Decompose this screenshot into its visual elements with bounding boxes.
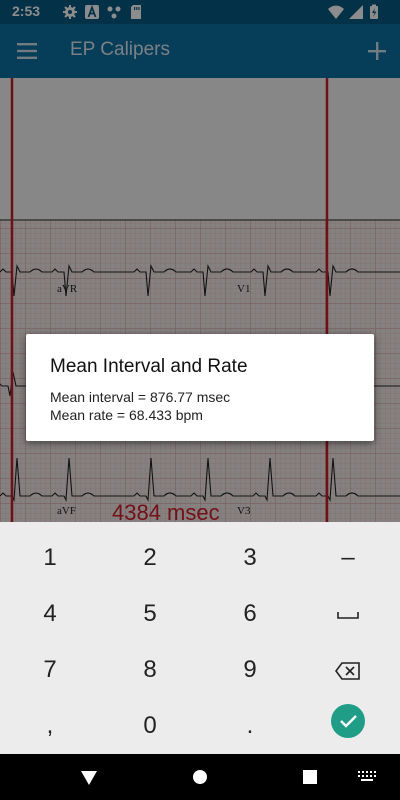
lead-label-v3: V3: [237, 505, 251, 517]
space-icon: [337, 611, 359, 619]
menu-icon[interactable]: [14, 38, 40, 64]
lead-label-avf: aVF: [57, 505, 76, 517]
system-nav-bar: [0, 754, 400, 800]
home-icon[interactable]: [189, 766, 211, 788]
wifi-icon: [328, 5, 344, 19]
key-3[interactable]: 3: [200, 530, 300, 586]
back-icon[interactable]: [78, 766, 100, 788]
mean-rate-dialog: Mean Interval and Rate Mean interval = 8…: [26, 334, 374, 441]
key-2[interactable]: 2: [100, 530, 200, 586]
done-button[interactable]: [331, 703, 365, 738]
mean-rate-text: Mean rate = 68.433 bpm: [50, 407, 203, 423]
caliper-measurement: 4384 msec: [112, 500, 220, 522]
numeric-keypad: 1 2 3 – 4 5 6 7 8 9 , 0 .: [0, 522, 400, 754]
app-bar: EP Calipers: [0, 24, 400, 78]
sd-card-icon: [131, 5, 141, 19]
key-period[interactable]: .: [200, 698, 300, 754]
battery-icon: [370, 4, 378, 19]
key-4[interactable]: 4: [0, 586, 100, 642]
key-1[interactable]: 1: [0, 530, 100, 586]
key-done[interactable]: [298, 692, 398, 748]
key-space[interactable]: [298, 586, 398, 642]
ecg-strip: [0, 78, 400, 522]
dialog-title: Mean Interval and Rate: [50, 356, 248, 377]
lead-label-v1: V1: [237, 283, 251, 295]
key-0[interactable]: 0: [100, 698, 200, 754]
app-title: EP Calipers: [70, 39, 170, 60]
key-comma[interactable]: ,: [0, 698, 100, 754]
backspace-icon: [335, 661, 360, 680]
key-9[interactable]: 9: [200, 642, 300, 698]
lead-label-avr: aVR: [57, 283, 78, 295]
key-7[interactable]: 7: [0, 642, 100, 698]
mean-interval-text: Mean interval = 876.77 msec: [50, 389, 231, 405]
key-5[interactable]: 5: [100, 586, 200, 642]
ecg-image[interactable]: aVR V1 aVF V3 4384 msec: [0, 78, 400, 522]
key-backspace[interactable]: [298, 642, 398, 698]
recents-icon[interactable]: [299, 766, 321, 788]
signal-icon: [349, 5, 363, 19]
status-bar: 2:53: [0, 0, 400, 24]
keyboard-icon[interactable]: [356, 766, 378, 788]
gear-icon: [63, 5, 77, 19]
key-6[interactable]: 6: [200, 586, 300, 642]
a-icon: [85, 4, 99, 19]
key-8[interactable]: 8: [100, 642, 200, 698]
status-time: 2:53: [12, 3, 41, 19]
key-minus[interactable]: –: [298, 530, 398, 586]
cast-icon: [107, 6, 121, 19]
add-icon[interactable]: [362, 36, 392, 66]
check-icon: [340, 714, 357, 728]
